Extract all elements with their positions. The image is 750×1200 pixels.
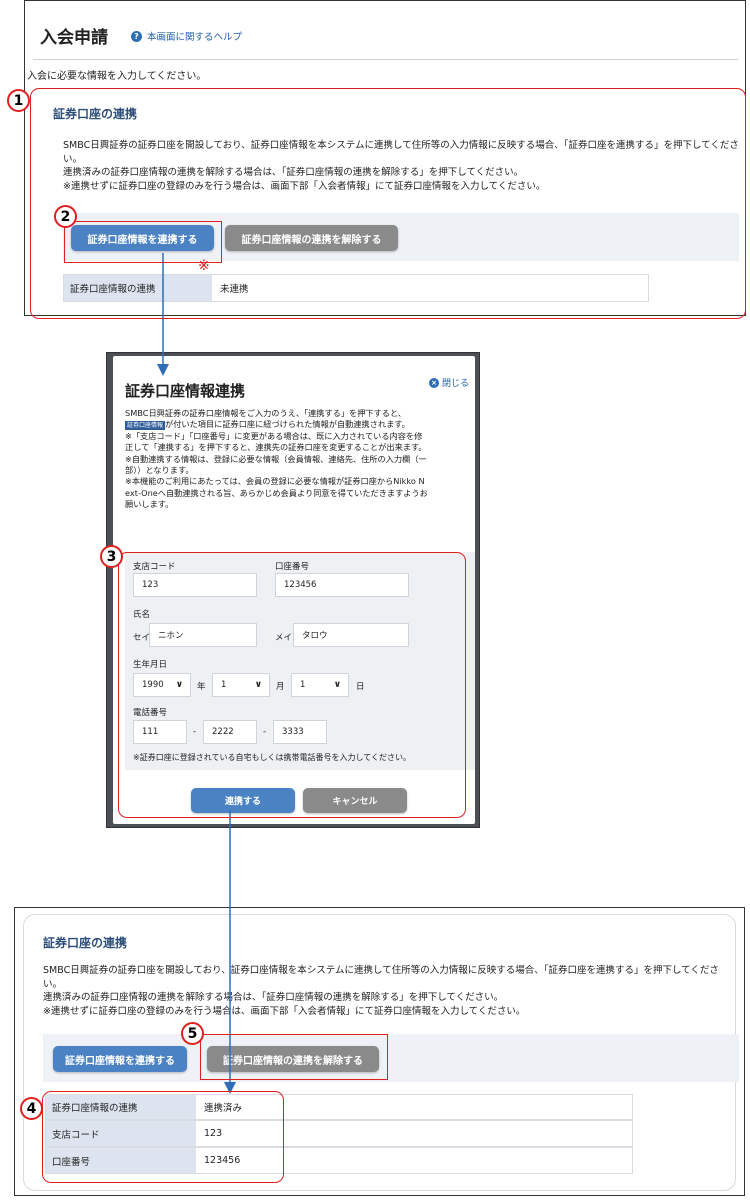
- annotation-badge-3: 3: [100, 545, 123, 568]
- annotation-badge-5: 5: [181, 1022, 204, 1045]
- note-mark: ※: [198, 258, 210, 274]
- annotation-badge-4: 4: [20, 1097, 43, 1120]
- annotation-badge-2: 2: [54, 205, 77, 228]
- annotation-frame-5: [200, 1034, 388, 1080]
- annotation-frame-1: [30, 88, 746, 319]
- annotation-frame-2: [64, 221, 222, 263]
- annotation-badge-1: 1: [7, 89, 30, 112]
- annotation-frame-3: [118, 552, 466, 818]
- annotation-frame-4: [42, 1091, 284, 1183]
